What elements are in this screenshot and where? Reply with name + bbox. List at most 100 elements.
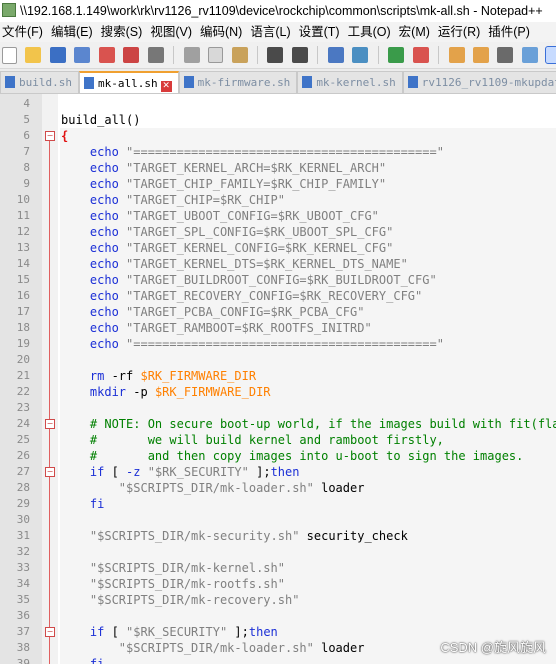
code-token: then xyxy=(248,625,278,639)
code-line[interactable]: 12 echo "TARGET_SPL_CONFIG=$RK_UBOOT_SPL… xyxy=(0,224,556,240)
code-token: echo xyxy=(61,225,127,239)
code-line[interactable]: 16 echo "TARGET_RECOVERY_CONFIG=$RK_RECO… xyxy=(0,288,556,304)
close-tab-icon[interactable]: ✕ xyxy=(160,81,172,92)
code-line[interactable]: 8 echo "TARGET_KERNEL_ARCH=$RK_KERNEL_AR… xyxy=(0,160,556,176)
undo-icon[interactable] xyxy=(267,47,284,63)
line-code: "$SCRIPTS_DIR/mk-recovery.sh" xyxy=(61,592,300,608)
code-line[interactable]: 34 "$SCRIPTS_DIR/mk-rootfs.sh" xyxy=(0,576,556,592)
code-line[interactable]: 26 # and then copy images into u-boot to… xyxy=(0,448,556,464)
code-editor[interactable]: − − − − 4 5 build_all() 6{7 echo "=========… xyxy=(0,94,556,664)
code-token: "TARGET_KERNEL_DTS=$RK_KERNEL_DTS_NAME" xyxy=(126,257,408,271)
line-code: mkdir -p $RK_FIRMWARE_DIR xyxy=(61,384,271,400)
code-line[interactable]: 39 fi xyxy=(0,656,556,664)
line-code: "$SCRIPTS_DIR/mk-kernel.sh" xyxy=(61,560,285,576)
tab-mk-firmware-sh[interactable]: mk-firmware.sh xyxy=(178,71,298,93)
code-line[interactable]: 20 xyxy=(0,352,556,368)
copy-icon[interactable] xyxy=(208,47,224,63)
menu-encoding[interactable]: 编码(N) xyxy=(198,22,248,42)
code-token: "$SCRIPTS_DIR/mk-kernel.sh" xyxy=(61,561,285,575)
tab-build-sh[interactable]: build.sh xyxy=(0,71,79,93)
code-line[interactable]: 33 "$SCRIPTS_DIR/mk-kernel.sh" xyxy=(0,560,556,576)
line-number: 9 xyxy=(23,177,30,190)
replace-icon[interactable] xyxy=(352,47,369,63)
menu-file[interactable]: 文件(F) xyxy=(0,22,49,42)
close-file-icon[interactable] xyxy=(98,47,115,63)
code-line[interactable]: 30 xyxy=(0,512,556,528)
line-number: 14 xyxy=(16,257,30,270)
sync-scroll-icon[interactable] xyxy=(448,47,465,63)
code-line[interactable]: 13 echo "TARGET_KERNEL_CONFIG=$RK_KERNEL… xyxy=(0,240,556,256)
line-number: 39 xyxy=(16,657,30,664)
code-line[interactable]: 27 if [ -z "$RK_SECURITY" ];then xyxy=(0,464,556,480)
code-line[interactable]: 23 xyxy=(0,400,556,416)
code-token: echo xyxy=(61,273,127,287)
code-line[interactable]: 7 echo "================================… xyxy=(0,144,556,160)
code-line[interactable]: 19 echo "===============================… xyxy=(0,336,556,352)
code-token: "$SCRIPTS_DIR/mk-loader.sh" xyxy=(61,481,314,495)
open-file-icon[interactable] xyxy=(25,47,42,63)
code-line[interactable]: 11 echo "TARGET_UBOOT_CONFIG=$RK_UBOOT_C… xyxy=(0,208,556,224)
code-line[interactable]: 32 xyxy=(0,544,556,560)
code-line[interactable]: 18 echo "TARGET_RAMBOOT=$RK_ROOTFS_INITR… xyxy=(0,320,556,336)
code-line[interactable]: 5 build_all() xyxy=(0,112,556,128)
close-all-icon[interactable] xyxy=(123,47,140,63)
code-line[interactable]: 35 "$SCRIPTS_DIR/mk-recovery.sh" xyxy=(0,592,556,608)
line-number: 13 xyxy=(16,241,30,254)
code-line[interactable]: 36 xyxy=(0,608,556,624)
menu-view[interactable]: 视图(V) xyxy=(148,22,198,42)
indent-guide-icon[interactable] xyxy=(545,46,556,64)
line-number: 26 xyxy=(16,449,30,462)
menu-tools[interactable]: 工具(O) xyxy=(346,22,397,42)
code-line[interactable]: 4 xyxy=(0,96,556,112)
code-line[interactable]: 10 echo "TARGET_CHIP=$RK_CHIP" xyxy=(0,192,556,208)
cut-icon[interactable] xyxy=(183,47,200,63)
code-line[interactable]: 15 echo "TARGET_BUILDROOT_CONFIG=$RK_BUI… xyxy=(0,272,556,288)
line-code: echo "TARGET_BUILDROOT_CONFIG=$RK_BUILDR… xyxy=(61,272,437,288)
code-token: "$SCRIPTS_DIR/mk-loader.sh" xyxy=(61,641,314,655)
code-token: loader xyxy=(313,481,365,495)
new-file-icon[interactable] xyxy=(2,47,17,64)
paste-icon[interactable] xyxy=(231,47,248,63)
print-icon[interactable] xyxy=(147,47,164,63)
code-line[interactable]: 22 mkdir -p $RK_FIRMWARE_DIR xyxy=(0,384,556,400)
code-token: "TARGET_BUILDROOT_CONFIG=$RK_BUILDROOT_C… xyxy=(126,273,437,287)
code-line[interactable]: 21 rm -rf $RK_FIRMWARE_DIR xyxy=(0,368,556,384)
menu-settings[interactable]: 设置(T) xyxy=(297,22,346,42)
code-line[interactable]: 6{ xyxy=(0,128,556,144)
code-line[interactable]: 17 echo "TARGET_PCBA_CONFIG=$RK_PCBA_CFG… xyxy=(0,304,556,320)
code-line[interactable]: 29 fi xyxy=(0,496,556,512)
zoom-out-icon[interactable] xyxy=(412,47,429,63)
line-code: # we will build kernel and ramboot first… xyxy=(61,432,444,448)
show-all-chars-icon[interactable] xyxy=(521,47,538,63)
code-line[interactable]: 24 # NOTE: On secure boot-up world, if t… xyxy=(0,416,556,432)
code-line[interactable]: 31 "$SCRIPTS_DIR/mk-security.sh" securit… xyxy=(0,528,556,544)
code-line[interactable]: 9 echo "TARGET_CHIP_FAMILY=$RK_CHIP_FAMI… xyxy=(0,176,556,192)
code-line[interactable]: 28 "$SCRIPTS_DIR/mk-loader.sh" loader xyxy=(0,480,556,496)
save-icon[interactable] xyxy=(49,47,66,63)
menu-macro[interactable]: 宏(M) xyxy=(397,22,436,42)
line-number: 8 xyxy=(23,161,30,174)
menu-edit[interactable]: 编辑(E) xyxy=(49,22,99,42)
toolbar xyxy=(0,42,556,69)
zoom-in-icon[interactable] xyxy=(388,47,405,63)
sync-horizontal-icon[interactable] xyxy=(472,47,489,63)
redo-icon[interactable] xyxy=(291,47,308,63)
tab-rv1126-mkupdate[interactable]: rv1126_rv1109-mkupdate xyxy=(402,71,556,93)
menu-search[interactable]: 搜索(S) xyxy=(99,22,149,42)
find-icon[interactable] xyxy=(327,47,344,63)
code-line[interactable]: 14 echo "TARGET_KERNEL_DTS=$RK_KERNEL_DT… xyxy=(0,256,556,272)
menu-run[interactable]: 运行(R) xyxy=(436,22,486,42)
line-number: 23 xyxy=(16,401,30,414)
tab-mk-all-sh[interactable]: mk-all.sh ✕ xyxy=(78,71,179,93)
file-icon xyxy=(83,77,94,89)
code-line[interactable]: 25 # we will build kernel and ramboot fi… xyxy=(0,432,556,448)
line-number: 27 xyxy=(16,465,30,478)
line-number: 5 xyxy=(23,113,30,126)
tab-mk-kernel-sh[interactable]: mk-kernel.sh xyxy=(297,71,403,93)
menu-plugins[interactable]: 插件(P) xyxy=(486,22,536,42)
save-all-icon[interactable] xyxy=(74,47,91,63)
word-wrap-icon[interactable] xyxy=(497,47,514,63)
line-code: echo "TARGET_SPL_CONFIG=$RK_UBOOT_SPL_CF… xyxy=(61,224,393,240)
menu-language[interactable]: 语言(L) xyxy=(248,22,296,42)
code-token: "TARGET_UBOOT_CONFIG=$RK_UBOOT_CFG" xyxy=(126,209,379,223)
